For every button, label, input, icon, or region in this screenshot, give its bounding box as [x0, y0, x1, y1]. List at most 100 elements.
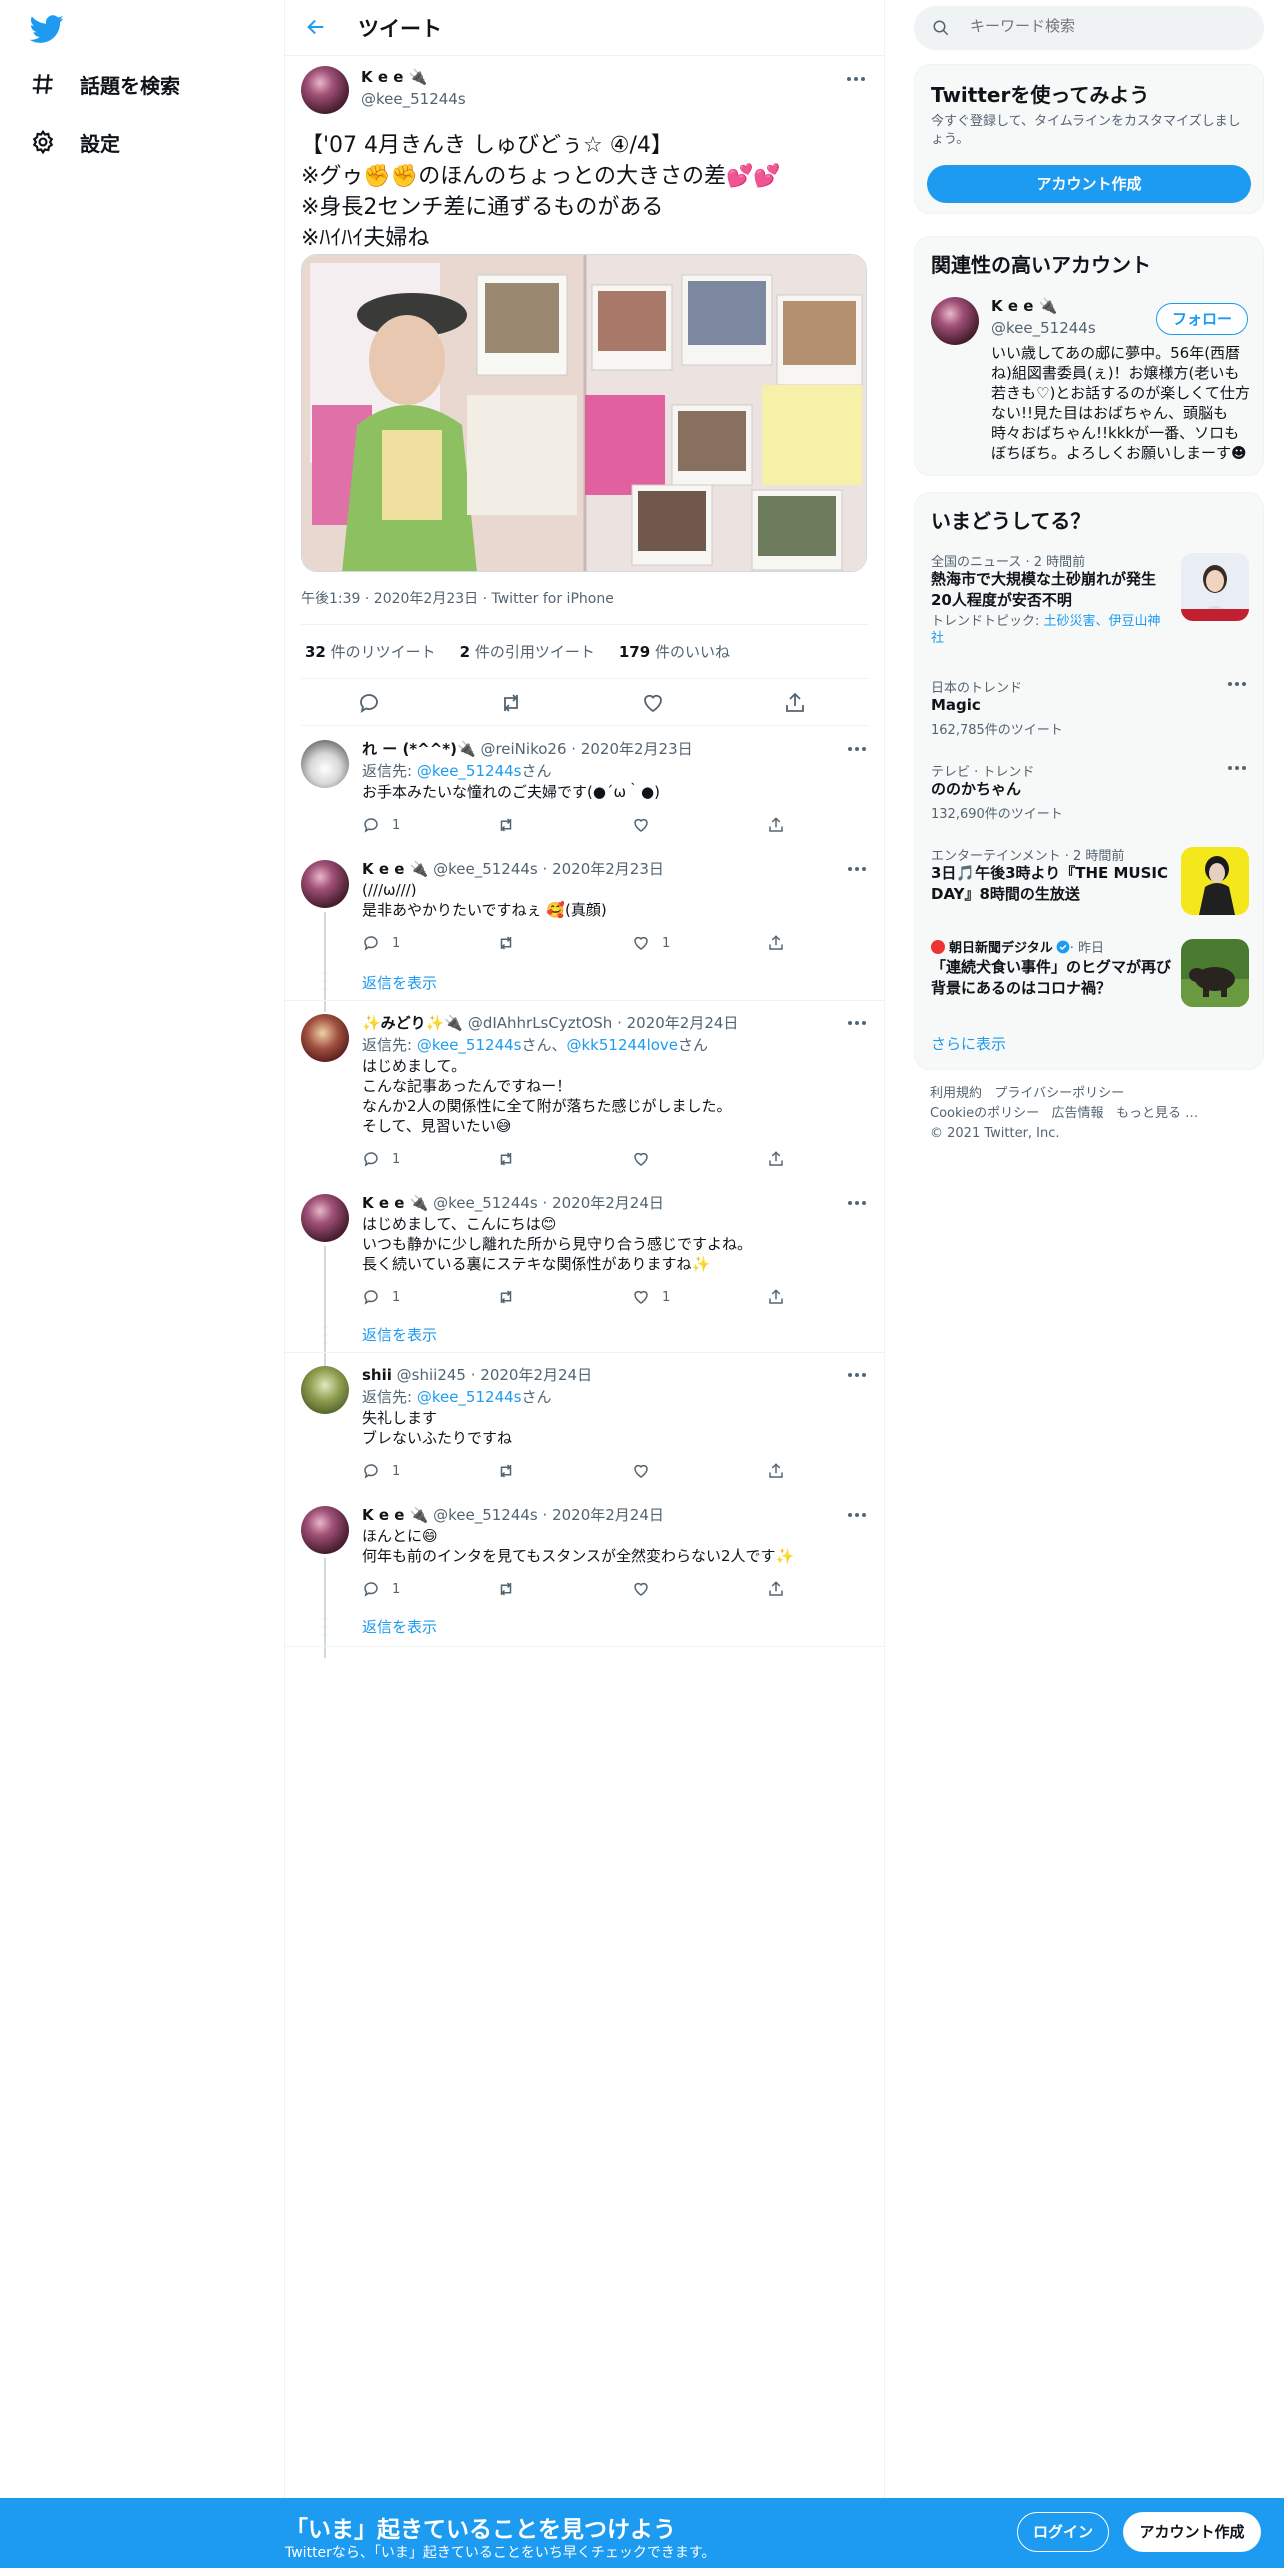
show-replies-link[interactable]: 返信を表示	[362, 972, 437, 993]
tweet-photo[interactable]	[301, 254, 867, 572]
reply-date[interactable]: 2020年2月23日	[552, 860, 664, 878]
reply-to-link[interactable]: @kee_51244s	[417, 762, 522, 780]
tweet-timestamp[interactable]: 午後1:39 · 2020年2月23日 · Twitter for iPhone	[301, 588, 614, 608]
trend-item[interactable]: 全国のニュース · 2 時間前 熱海市で大規模な土砂崩れが発生 20人程度が安否…	[915, 551, 1265, 661]
reply-icon[interactable]	[357, 691, 381, 715]
show-replies-link[interactable]: 返信を表示	[362, 1324, 437, 1345]
more-icon[interactable]	[847, 1372, 867, 1378]
reply-button[interactable]: 1	[362, 934, 400, 952]
back-arrow-icon[interactable]	[305, 16, 327, 38]
quotes-stat[interactable]: 2 件の引用ツイート	[460, 641, 595, 662]
reply-handle[interactable]: @kee_51244s	[433, 860, 538, 878]
follow-button[interactable]: フォロー	[1156, 303, 1248, 335]
like-button[interactable]: 1	[632, 1288, 670, 1306]
retweet-button[interactable]	[497, 1288, 527, 1306]
like-button[interactable]	[632, 1150, 662, 1168]
retweet-button[interactable]	[497, 1150, 527, 1168]
twitter-logo-icon[interactable]	[30, 12, 64, 46]
share-icon[interactable]	[783, 691, 807, 715]
like-button[interactable]: 1	[632, 934, 670, 952]
retweets-stat[interactable]: 32 件のリツイート	[305, 641, 436, 662]
more-icon[interactable]	[847, 746, 867, 752]
reply-button[interactable]: 1	[362, 1150, 400, 1168]
avatar[interactable]	[301, 740, 349, 788]
reply-author-name[interactable]: K e e 🔌	[362, 1506, 428, 1524]
footer-link-privacy[interactable]: プライバシーポリシー	[994, 1086, 1124, 1101]
share-button[interactable]	[767, 1462, 797, 1480]
search-input[interactable]	[970, 17, 1230, 35]
share-button[interactable]	[767, 1150, 797, 1168]
signup-button[interactable]: アカウント作成	[1123, 2512, 1261, 2552]
reply-date[interactable]: 2020年2月24日	[552, 1194, 664, 1212]
footer-link-terms[interactable]: 利用規約	[930, 1086, 982, 1101]
reply-to-link[interactable]: @kk51244love	[567, 1036, 679, 1054]
reply-handle[interactable]: @shii245	[397, 1366, 466, 1384]
avatar[interactable]	[301, 1014, 349, 1062]
avatar[interactable]	[301, 66, 349, 114]
reply-handle[interactable]: @dIAhhrLsCyztOSh	[468, 1014, 613, 1032]
share-button[interactable]	[767, 1580, 797, 1598]
reply-button[interactable]: 1	[362, 1462, 400, 1480]
like-button[interactable]	[632, 1580, 662, 1598]
more-icon[interactable]	[1227, 765, 1247, 771]
reply-handle[interactable]: @kee_51244s	[433, 1194, 538, 1212]
like-button[interactable]	[632, 816, 662, 834]
retweet-button[interactable]	[497, 816, 527, 834]
retweet-button[interactable]	[497, 934, 527, 952]
show-replies-link[interactable]: 返信を表示	[362, 1616, 437, 1637]
reply-author-name[interactable]: K e e 🔌	[362, 860, 428, 878]
reply-to-link[interactable]: @kee_51244s	[417, 1388, 522, 1406]
more-icon[interactable]	[1227, 681, 1247, 687]
likes-stat[interactable]: 179 件のいいね	[619, 641, 730, 662]
trend-item[interactable]: テレビ · トレンド ののかちゃん 132,690件のツイート	[915, 761, 1265, 831]
reply-author-name[interactable]: れ ー (*^^*)🔌	[362, 740, 476, 758]
reply-date[interactable]: 2020年2月23日	[581, 740, 693, 758]
show-more-link[interactable]: さらに表示	[931, 1033, 1006, 1054]
search-box[interactable]	[914, 6, 1264, 50]
avatar[interactable]	[301, 860, 349, 908]
avatar[interactable]	[301, 1194, 349, 1242]
retweet-icon[interactable]	[499, 691, 523, 715]
reply-date[interactable]: 2020年2月24日	[480, 1366, 592, 1384]
more-icon[interactable]	[847, 1020, 867, 1026]
avatar[interactable]	[301, 1506, 349, 1554]
more-icon[interactable]	[847, 1200, 867, 1206]
reply-author-name[interactable]: shii	[362, 1366, 392, 1384]
footer-link-more[interactable]: もっと見る …	[1116, 1106, 1198, 1121]
reply-to-link[interactable]: @kee_51244s	[417, 1036, 522, 1054]
author-handle[interactable]: @kee_51244s	[361, 90, 466, 108]
more-icon[interactable]	[846, 76, 866, 82]
reply-handle[interactable]: @reiNiko26	[480, 740, 566, 758]
reply-date[interactable]: 2020年2月24日	[627, 1014, 739, 1032]
trend-item[interactable]: エンターテインメント · 2 時間前 3日🎵午後3時より『THE MUSIC D…	[915, 845, 1265, 929]
create-account-button[interactable]: アカウント作成	[927, 165, 1251, 203]
avatar[interactable]	[301, 1366, 349, 1414]
like-icon[interactable]	[641, 691, 665, 715]
reply-author-name[interactable]: ✨みどり✨🔌	[362, 1014, 463, 1032]
reply-button[interactable]: 1	[362, 816, 400, 834]
nav-explore[interactable]: 話題を検索	[30, 64, 180, 104]
author-name[interactable]: K e e 🔌	[361, 68, 427, 86]
share-button[interactable]	[767, 1288, 797, 1306]
retweet-button[interactable]	[497, 1462, 527, 1480]
avatar[interactable]	[931, 297, 979, 345]
login-button[interactable]: ログイン	[1017, 2512, 1109, 2552]
reply-button[interactable]: 1	[362, 1580, 400, 1598]
retweet-button[interactable]	[497, 1580, 527, 1598]
reply-author-name[interactable]: K e e 🔌	[362, 1194, 428, 1212]
share-button[interactable]	[767, 816, 797, 834]
like-button[interactable]	[632, 1462, 662, 1480]
related-handle[interactable]: @kee_51244s	[991, 319, 1096, 337]
trend-item[interactable]: 日本のトレンド Magic 162,785件のツイート	[915, 677, 1265, 747]
trend-item[interactable]: 朝日新聞デジタル · 昨日 「連続犬食い事件」のヒグマが再び 背景にあるのはコロ…	[915, 937, 1265, 1021]
share-button[interactable]	[767, 934, 797, 952]
nav-settings[interactable]: 設定	[30, 122, 120, 162]
related-name[interactable]: K e e 🔌	[991, 297, 1057, 315]
footer-link-cookies[interactable]: Cookieのポリシー	[930, 1106, 1039, 1121]
more-icon[interactable]	[847, 866, 867, 872]
more-icon[interactable]	[847, 1512, 867, 1518]
footer-link-ads[interactable]: 広告情報	[1052, 1106, 1104, 1121]
reply-date[interactable]: 2020年2月24日	[552, 1506, 664, 1524]
reply-button[interactable]: 1	[362, 1288, 400, 1306]
reply-handle[interactable]: @kee_51244s	[433, 1506, 538, 1524]
